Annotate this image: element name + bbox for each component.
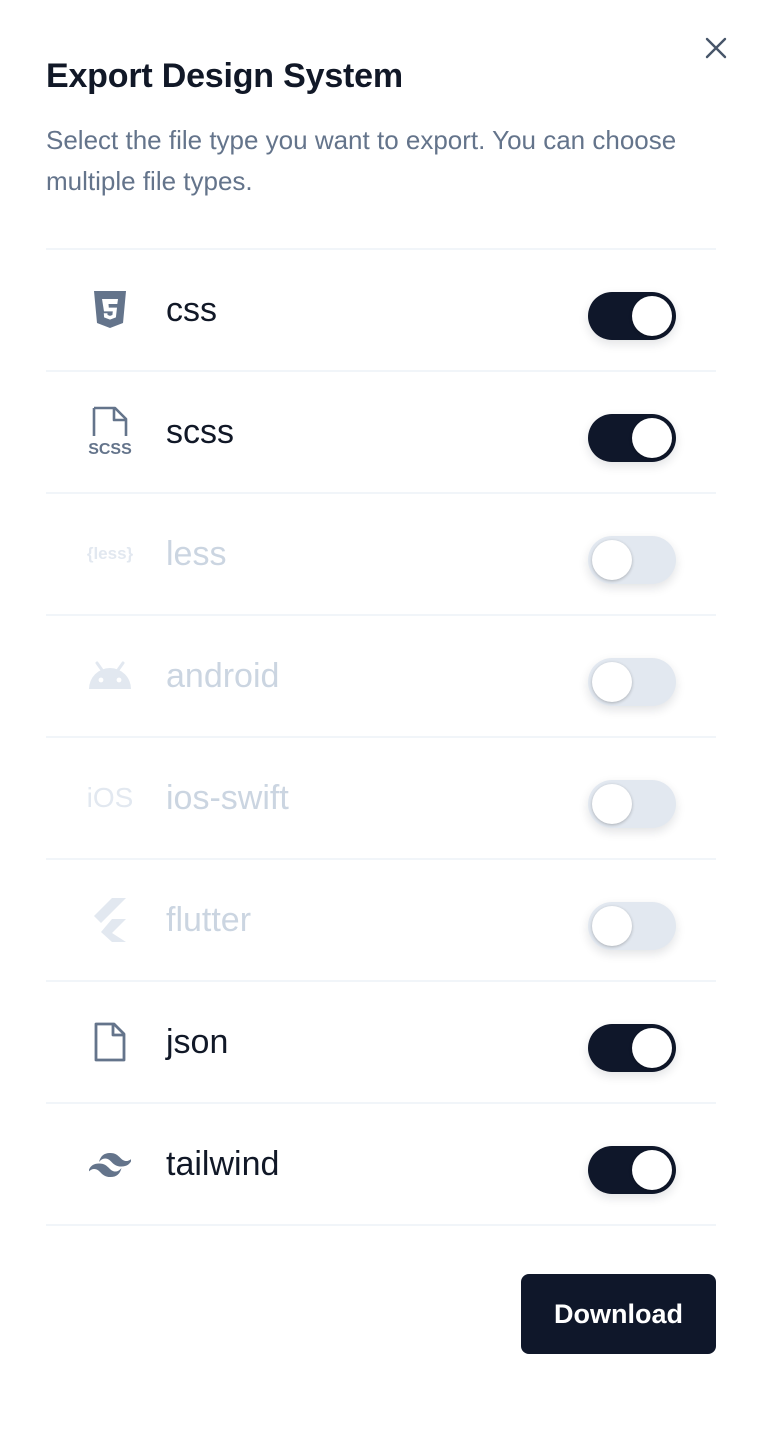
toggle-less[interactable] [588,536,676,584]
toggle-flutter[interactable] [588,902,676,950]
toggle-knob [592,906,632,946]
toggle-knob [592,662,632,702]
file-type-row-scss: SCSS scss [46,372,716,494]
file-type-label: android [166,657,280,695]
toggle-android[interactable] [588,658,676,706]
dialog-subtitle: Select the file type you want to export.… [46,125,677,196]
file-type-label: scss [166,413,234,451]
export-dialog: Export Design System Select the file typ… [0,0,764,1430]
file-type-row-android: android [46,616,716,738]
file-type-label: css [166,291,217,329]
toggle-knob [592,540,632,580]
toggle-knob [632,1028,672,1068]
android-icon [82,646,138,706]
file-type-list: css SCSS scss {less} less android iOS io… [46,248,716,1226]
toggle-css[interactable] [588,292,676,340]
svg-text:SCSS: SCSS [88,441,132,458]
scss-file-icon: SCSS [82,402,138,462]
toggle-ios-swift[interactable] [588,780,676,828]
close-icon [705,37,727,59]
less-icon: {less} [86,544,134,563]
ios-icon: iOS [86,782,134,813]
toggle-scss[interactable] [588,414,676,462]
close-button[interactable] [700,32,732,64]
toggle-json[interactable] [588,1024,676,1072]
file-type-row-json: json [46,982,716,1104]
file-type-label: json [166,1023,229,1061]
file-type-row-less: {less} less [46,494,716,616]
css3-icon [82,280,138,340]
file-icon [82,1012,138,1072]
file-type-row-flutter: flutter [46,860,716,982]
toggle-knob [632,296,672,336]
file-type-label: ios-swift [166,779,289,817]
download-button[interactable]: Download [521,1274,716,1354]
file-type-label: tailwind [166,1145,280,1183]
toggle-tailwind[interactable] [588,1146,676,1194]
file-type-row-ios-swift: iOS ios-swift [46,738,716,860]
tailwind-icon [82,1134,138,1194]
flutter-icon [82,890,138,950]
file-type-row-tailwind: tailwind [46,1104,716,1226]
file-type-label: less [166,535,227,573]
file-type-label: flutter [166,901,252,939]
toggle-knob [632,418,672,458]
dialog-title: Export Design System [46,57,403,95]
toggle-knob [592,784,632,824]
toggle-knob [632,1150,672,1190]
file-type-row-css: css [46,250,716,372]
